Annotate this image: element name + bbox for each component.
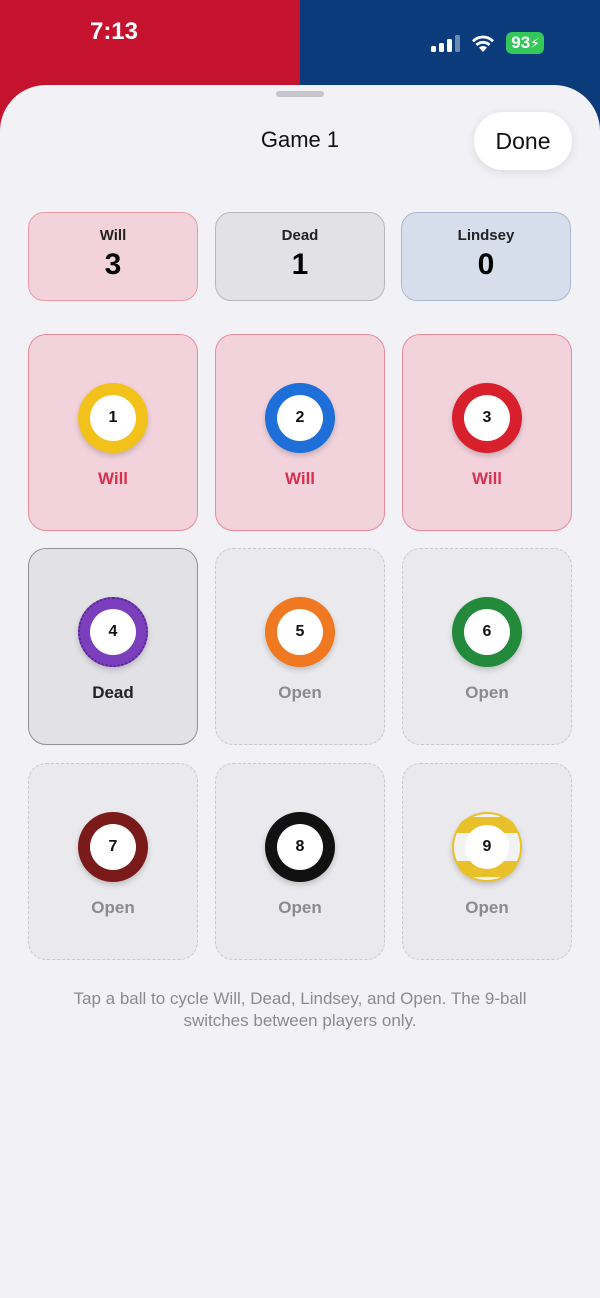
ball-2-icon[interactable]: 2 <box>265 383 335 453</box>
cellular-signal-icon <box>431 34 461 52</box>
ball-status: Open <box>91 898 135 917</box>
score-card-dead: Dead 1 <box>215 212 385 301</box>
ball-number: 9 <box>465 825 509 869</box>
ball-number: 5 <box>277 609 323 655</box>
ball-number: 7 <box>90 824 136 870</box>
ball-status: Will <box>471 469 503 488</box>
wifi-icon <box>472 35 495 52</box>
ball-status: Open <box>278 683 322 702</box>
ball-cell-1[interactable]: 1 Will <box>28 334 198 531</box>
ball-cell-5[interactable]: 5 Open <box>215 548 385 745</box>
ball-number: 4 <box>90 609 136 655</box>
score-value: 3 <box>104 248 122 281</box>
instructions-text: Tap a ball to cycle Will, Dead, Lindsey,… <box>73 989 527 1030</box>
score-value: 0 <box>477 248 495 281</box>
ball-status: Will <box>284 469 316 488</box>
score-card-will: Will 3 <box>28 212 198 301</box>
sheet-grabber[interactable] <box>276 91 324 97</box>
battery-charging-icon: 93 ⚡ <box>506 32 544 54</box>
game-sheet: Game 1 Done Will 3 Dead 1 Lindsey 0 1 Wi… <box>0 85 600 1298</box>
ball-status: Open <box>465 683 509 702</box>
ball-status: Will <box>97 469 129 488</box>
score-name: Lindsey <box>457 227 515 244</box>
ball-8-icon[interactable]: 8 <box>265 812 335 882</box>
ball-status: Dead <box>92 683 134 702</box>
score-name: Will <box>99 227 127 244</box>
ball-number: 1 <box>90 395 136 441</box>
ball-1-icon[interactable]: 1 <box>78 383 148 453</box>
ball-cell-4[interactable]: 4 Dead <box>28 548 198 745</box>
ball-cell-3[interactable]: 3 Will <box>402 334 572 531</box>
sheet-title: Game 1 <box>260 127 340 152</box>
ball-cell-6[interactable]: 6 Open <box>402 548 572 745</box>
status-icons: 93 ⚡ <box>431 32 544 54</box>
ball-cell-8[interactable]: 8 Open <box>215 763 385 960</box>
ball-9-icon[interactable]: 9 <box>452 812 522 882</box>
ball-4-icon[interactable]: 4 <box>78 597 148 667</box>
ball-5-icon[interactable]: 5 <box>265 597 335 667</box>
score-name: Dead <box>281 227 319 244</box>
screen: 7:13 93 ⚡ Game 1 Done Will 3 Dead 1 Linds… <box>0 0 600 1298</box>
ball-cell-9[interactable]: 9 Open <box>402 763 572 960</box>
ball-status: Open <box>278 898 322 917</box>
ball-cell-2[interactable]: 2 Will <box>215 334 385 531</box>
score-card-lindsey: Lindsey 0 <box>401 212 571 301</box>
ball-cell-7[interactable]: 7 Open <box>28 763 198 960</box>
ball-number: 8 <box>277 824 323 870</box>
score-value: 1 <box>291 248 309 281</box>
ball-3-icon[interactable]: 3 <box>452 383 522 453</box>
ball-6-icon[interactable]: 6 <box>452 597 522 667</box>
ball-number: 6 <box>464 609 510 655</box>
done-button[interactable]: Done <box>474 112 572 170</box>
ball-number: 2 <box>277 395 323 441</box>
status-time: 7:13 <box>89 18 139 45</box>
ball-number: 3 <box>464 395 510 441</box>
ball-7-icon[interactable]: 7 <box>78 812 148 882</box>
battery-level: 93 <box>511 33 531 52</box>
ball-status: Open <box>465 898 509 917</box>
